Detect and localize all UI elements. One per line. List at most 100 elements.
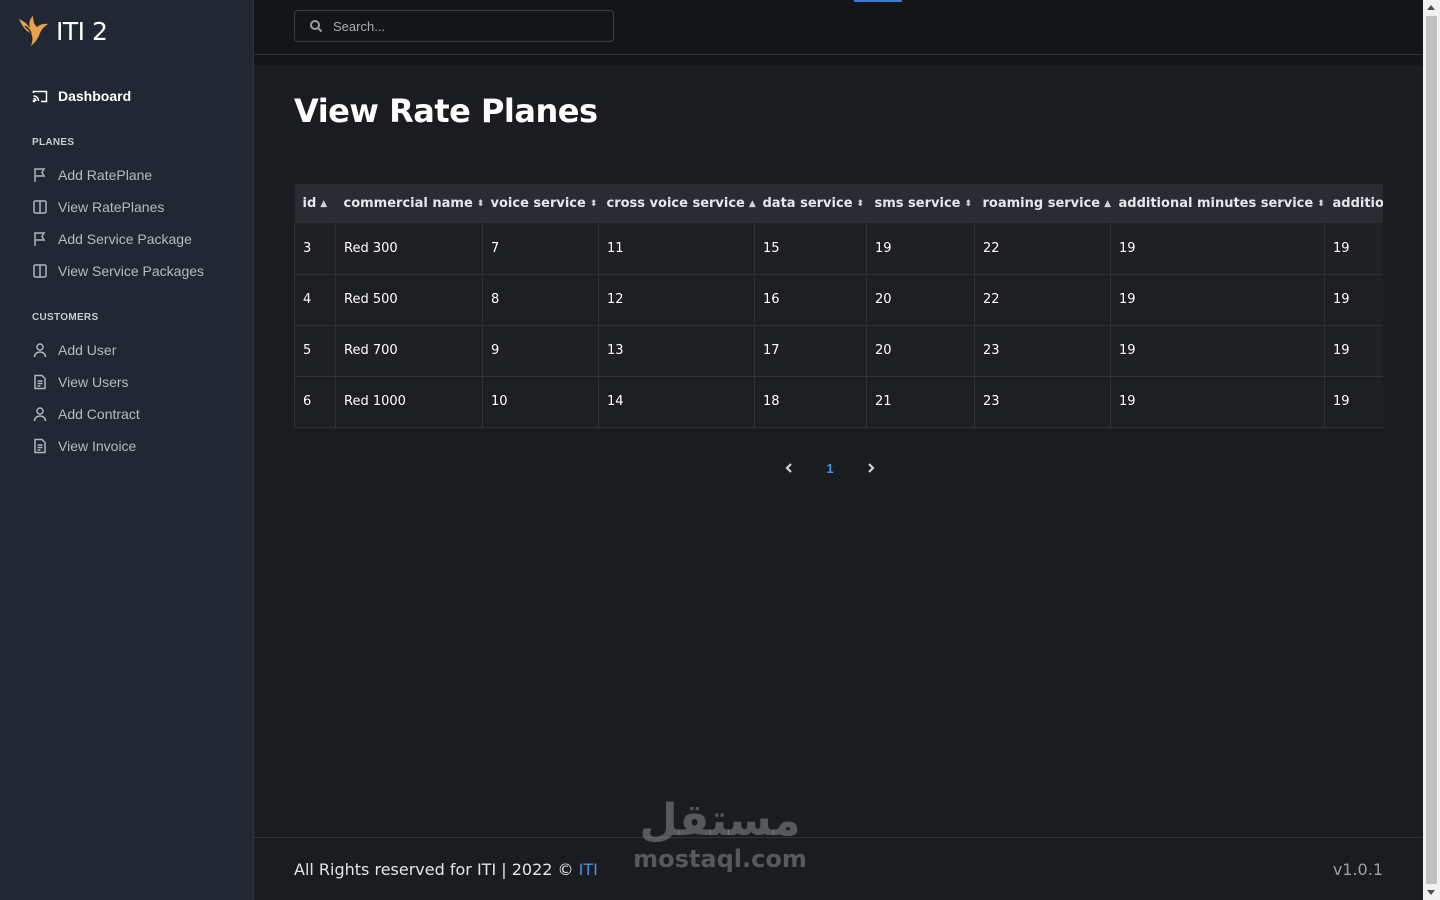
scroll-down-arrow-icon[interactable] <box>1427 890 1435 895</box>
sidebar-item-add-user[interactable]: Add User <box>32 342 116 358</box>
column-header-label: id <box>302 196 317 211</box>
user-icon <box>33 343 47 358</box>
footer-iti-link[interactable]: ITI <box>579 860 598 879</box>
table-cell: 22 <box>974 274 1111 326</box>
table-cell: Red 500 <box>335 274 483 326</box>
mostaql-watermark: مستقل mostaql.com <box>632 795 808 873</box>
table-cell: 8 <box>482 274 599 326</box>
cast-icon <box>32 90 48 103</box>
flag-icon <box>34 168 46 182</box>
top-loading-indicator <box>854 0 902 2</box>
vertical-scrollbar[interactable] <box>1423 0 1440 900</box>
brand[interactable]: ITI 2 <box>16 14 108 48</box>
table-cell: 18 <box>754 376 867 428</box>
column-header[interactable]: roaming service ▲ <box>974 184 1111 223</box>
column-header[interactable]: additio <box>1324 184 1384 223</box>
page-number-current[interactable]: 1 <box>798 461 862 476</box>
table-cell: 19 <box>866 223 975 275</box>
table-cell: 19 <box>1324 223 1383 275</box>
table-cell: 20 <box>866 325 975 377</box>
table-row[interactable]: 3 Red 300 7 11 15 19 22 19 19 <box>294 223 1383 275</box>
topbar-divider <box>254 55 1423 65</box>
table-cell: Red 300 <box>335 223 483 275</box>
column-header[interactable]: voice service ⬍ <box>482 184 599 223</box>
search-box[interactable] <box>294 10 614 42</box>
column-header-label: additio <box>1332 196 1384 211</box>
table-cell: 19 <box>1110 376 1325 428</box>
table-cell: 19 <box>1110 223 1325 275</box>
column-header[interactable]: id ▲ <box>294 184 336 223</box>
sidebar-item-label: View Invoice <box>58 438 137 454</box>
watermark-arabic: مستقل <box>639 795 801 846</box>
sidebar-item-label: Add Service Package <box>58 231 192 247</box>
sort-icon[interactable]: ⬍ <box>1317 199 1325 209</box>
table-cell: 21 <box>866 376 975 428</box>
table-cell: 11 <box>598 223 755 275</box>
column-header-label: roaming service <box>982 196 1101 211</box>
sidebar-item-view-invoice[interactable]: View Invoice <box>32 438 136 454</box>
column-header-label: cross voice service <box>606 196 745 211</box>
column-header-label: commercial name <box>343 196 473 211</box>
table-cell: 5 <box>294 325 336 377</box>
column-header[interactable]: cross voice service ▲ <box>598 184 756 223</box>
footer: All Rights reserved for ITI | 2022 © ITI… <box>254 837 1423 900</box>
table-cell: 7 <box>482 223 599 275</box>
sidebar-item-view-service-packages[interactable]: View Service Packages <box>32 263 204 279</box>
table-cell: Red 700 <box>335 325 483 377</box>
chevron-left-icon <box>785 463 792 473</box>
footer-copyright: All Rights reserved for ITI | 2022 © ITI <box>294 860 598 879</box>
sidebar-item-add-rateplane[interactable]: Add RatePlane <box>32 167 152 183</box>
scrollbar-thumb[interactable] <box>1426 16 1437 884</box>
next-page-button[interactable] <box>862 456 880 480</box>
table-cell: 23 <box>974 325 1111 377</box>
column-header-label: data service <box>762 196 853 211</box>
column-header[interactable]: additional minutes service ⬍ <box>1110 184 1325 223</box>
table-cell: 19 <box>1324 325 1383 377</box>
watermark-latin: mostaql.com <box>633 845 807 873</box>
column-header[interactable]: data service ⬍ <box>754 184 867 223</box>
sidebar-item-add-contract[interactable]: Add Contract <box>32 406 140 422</box>
sidebar-item-label: View Users <box>58 374 129 390</box>
table-cell: 9 <box>482 325 599 377</box>
rate-plans-table-container[interactable]: id ▲ commercial name ⬍ voice service ⬍ cross v… <box>294 184 1383 428</box>
sidebar-item-label: View RatePlanes <box>58 199 165 215</box>
sort-ascending-icon[interactable]: ▲ <box>749 199 756 209</box>
sort-icon[interactable]: ⬍ <box>964 199 972 209</box>
table-cell: 23 <box>974 376 1111 428</box>
table-cell: 12 <box>598 274 755 326</box>
table-cell: 17 <box>754 325 867 377</box>
app-version: v1.0.1 <box>1332 860 1383 879</box>
table-cell: 20 <box>866 274 975 326</box>
sort-icon[interactable]: ⬍ <box>477 199 485 209</box>
table-cell: 4 <box>294 274 336 326</box>
sort-ascending-icon[interactable]: ▲ <box>320 199 327 209</box>
table-row[interactable]: 5 Red 700 9 13 17 20 23 19 19 <box>294 325 1383 377</box>
sidebar-item-view-rateplanes[interactable]: View RatePlanes <box>32 199 164 215</box>
table-cell: 19 <box>1110 274 1325 326</box>
document-icon <box>34 374 46 390</box>
column-header[interactable]: sms service ⬍ <box>866 184 975 223</box>
sort-ascending-icon[interactable]: ▲ <box>1104 199 1111 209</box>
previous-page-button[interactable] <box>780 456 798 480</box>
sort-icon[interactable]: ⬍ <box>857 199 865 209</box>
table-cell: 16 <box>754 274 867 326</box>
table-row[interactable]: 4 Red 500 8 12 16 20 22 19 19 <box>294 274 1383 326</box>
table-cell: 14 <box>598 376 755 428</box>
rate-plans-table: id ▲ commercial name ⬍ voice service ⬍ cross v… <box>294 184 1383 428</box>
sidebar-item-label: Dashboard <box>58 88 132 104</box>
column-header-label: voice service <box>490 196 586 211</box>
chevron-right-icon <box>868 463 875 473</box>
table-cell: Red 1000 <box>335 376 483 428</box>
search-input[interactable] <box>333 18 583 34</box>
table-cell: 6 <box>294 376 336 428</box>
sidebar-item-view-users[interactable]: View Users <box>32 374 129 390</box>
sidebar-item-dashboard[interactable]: Dashboard <box>32 88 131 104</box>
table-cell: 19 <box>1110 325 1325 377</box>
scroll-up-arrow-icon[interactable] <box>1427 5 1435 10</box>
column-header[interactable]: commercial name ⬍ <box>335 184 485 223</box>
sidebar-item-add-service-package[interactable]: Add Service Package <box>32 231 192 247</box>
sort-icon[interactable]: ⬍ <box>590 199 598 209</box>
sidebar-item-label: Add Contract <box>58 406 140 422</box>
table-cell: 10 <box>482 376 599 428</box>
table-row[interactable]: 6 Red 1000 10 14 18 21 23 19 19 <box>294 376 1383 428</box>
